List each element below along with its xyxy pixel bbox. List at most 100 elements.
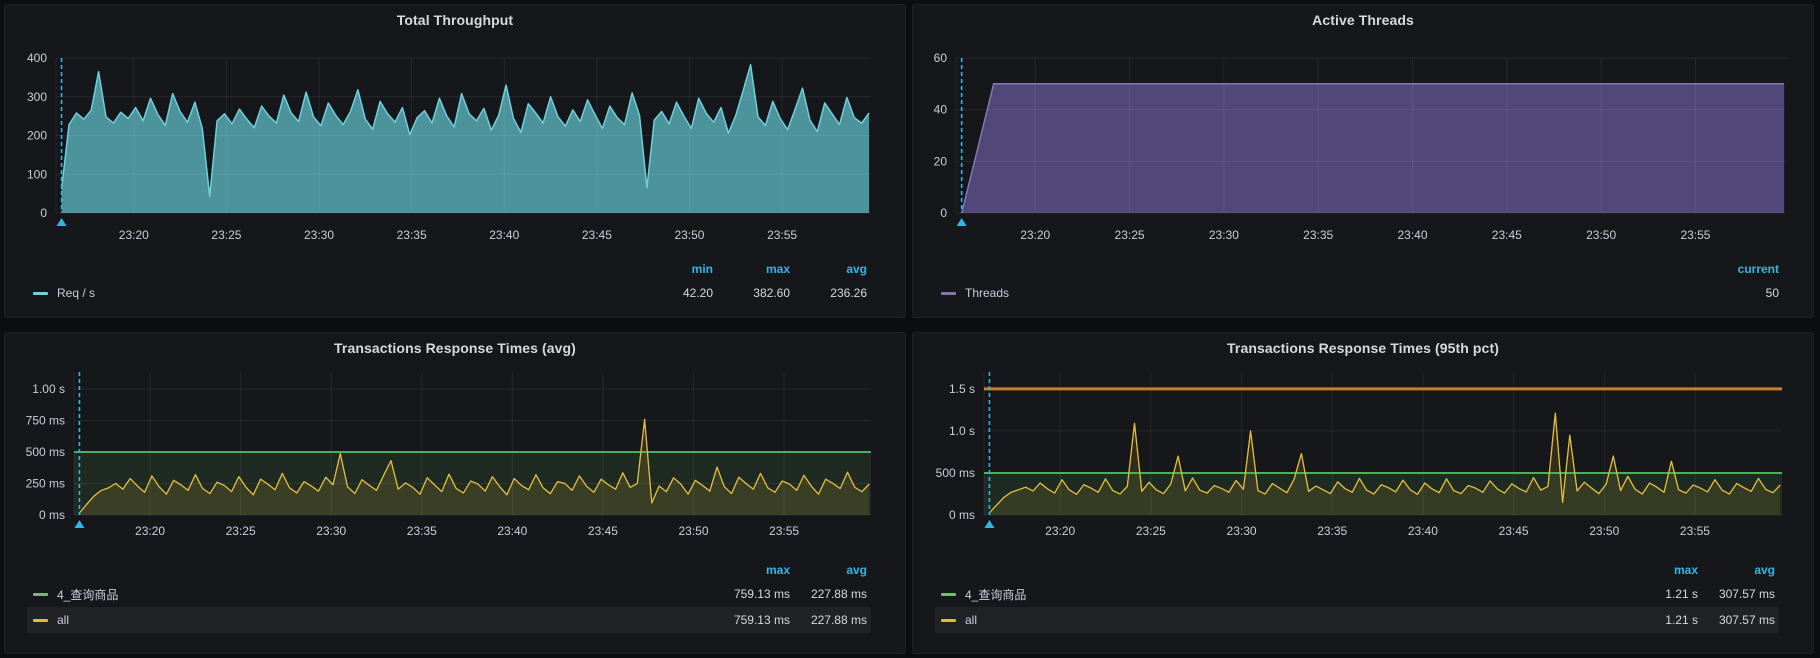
x-tick-label: 23:50 bbox=[678, 524, 708, 538]
y-tick-label: 40 bbox=[934, 103, 948, 117]
y-tick-label: 0 ms bbox=[39, 508, 65, 522]
legend-header-row: maxavg bbox=[27, 559, 871, 581]
x-tick-label: 23:20 bbox=[135, 524, 165, 538]
series-area-fill bbox=[962, 84, 1784, 213]
legend: currentThreads50 bbox=[935, 258, 1783, 306]
x-tick-label: 23:30 bbox=[1227, 524, 1257, 538]
x-tick-label: 23:25 bbox=[1136, 524, 1166, 538]
legend: minmaxavg Req / s42.20382.60236.26 bbox=[27, 258, 871, 306]
legend-series-toggle[interactable]: all bbox=[941, 613, 1621, 627]
y-tick-label: 0 bbox=[940, 206, 947, 220]
legend-stat-header-avg[interactable]: avg bbox=[1698, 563, 1775, 577]
legend-series-toggle[interactable]: all bbox=[33, 613, 713, 627]
x-tick-label: 23:50 bbox=[1586, 228, 1616, 242]
legend-series-name: all bbox=[965, 613, 977, 627]
y-tick-label: 100 bbox=[27, 167, 47, 181]
legend-header-row: maxavg bbox=[935, 559, 1779, 581]
chart-plot-area[interactable]: 0 ms500 ms1.0 s1.5 s23:2023:2523:3023:35… bbox=[913, 333, 1813, 545]
legend-stat-header-max[interactable]: max bbox=[713, 563, 790, 577]
legend-stat-header-max[interactable]: max bbox=[713, 262, 790, 276]
threshold-region bbox=[984, 473, 1782, 515]
x-tick-label: 23:45 bbox=[588, 524, 618, 538]
annotation-marker-icon bbox=[57, 218, 67, 226]
legend-stat-header-max[interactable]: max bbox=[1621, 563, 1698, 577]
annotation-marker-icon bbox=[957, 218, 967, 226]
x-tick-label: 23:30 bbox=[316, 524, 346, 538]
legend-header-row: minmaxavg bbox=[27, 258, 871, 280]
series-color-dash-icon bbox=[941, 619, 956, 622]
x-tick-label: 23:30 bbox=[304, 228, 334, 242]
panel-active-threads: Active Threads 020406023:2023:2523:3023:… bbox=[912, 4, 1814, 318]
legend-series-toggle[interactable]: Req / s bbox=[33, 286, 636, 300]
chart-plot-area[interactable]: 010020030040023:2023:2523:3023:3523:4023… bbox=[5, 5, 905, 255]
legend-series-row: all 1.21 s307.57 ms bbox=[935, 607, 1779, 633]
x-tick-label: 23:35 bbox=[407, 524, 437, 538]
x-tick-label: 23:55 bbox=[1680, 524, 1710, 538]
legend-series-name: 4_查询商品 bbox=[57, 586, 118, 603]
y-tick-label: 1.0 s bbox=[949, 424, 975, 438]
x-tick-label: 23:55 bbox=[767, 228, 797, 242]
y-tick-label: 750 ms bbox=[26, 414, 65, 428]
x-tick-label: 23:20 bbox=[119, 228, 149, 242]
dashboard: Total Throughput 010020030040023:2023:25… bbox=[0, 0, 1820, 658]
y-tick-label: 1.5 s bbox=[949, 382, 975, 396]
legend-stat-value: 50 bbox=[1684, 286, 1779, 300]
legend-stat-value: 307.57 ms bbox=[1698, 613, 1775, 627]
legend-stat-value: 307.57 ms bbox=[1698, 587, 1775, 601]
x-tick-label: 23:25 bbox=[211, 228, 241, 242]
y-tick-label: 1.00 s bbox=[32, 382, 65, 396]
x-tick-label: 23:45 bbox=[582, 228, 612, 242]
x-tick-label: 23:45 bbox=[1492, 228, 1522, 242]
legend: maxavg 4_查询商品 1.21 s307.57 ms all 1.21 s307.… bbox=[935, 559, 1779, 633]
legend-stat-header-avg[interactable]: avg bbox=[790, 262, 867, 276]
legend-stat-value: 382.60 bbox=[713, 286, 790, 300]
chart-plot-area[interactable]: 0 ms250 ms500 ms750 ms1.00 s23:2023:2523… bbox=[5, 333, 905, 545]
x-tick-label: 23:50 bbox=[674, 228, 704, 242]
legend-stat-header-min[interactable]: min bbox=[636, 262, 713, 276]
series-color-dash-icon bbox=[33, 619, 48, 622]
legend-series-toggle[interactable]: 4_查询商品 bbox=[33, 586, 713, 603]
x-tick-label: 23:40 bbox=[1397, 228, 1427, 242]
y-tick-label: 500 ms bbox=[936, 466, 975, 480]
legend-series-name: 4_查询商品 bbox=[965, 586, 1026, 603]
y-tick-label: 20 bbox=[934, 154, 948, 168]
x-tick-label: 23:20 bbox=[1045, 524, 1075, 538]
legend-series-row: 4_查询商品759.13 ms227.88 ms bbox=[27, 581, 871, 607]
legend-stat-header-avg[interactable]: avg bbox=[790, 563, 867, 577]
x-tick-label: 23:30 bbox=[1209, 228, 1239, 242]
panel-response-times-avg: Transactions Response Times (avg) 0 ms25… bbox=[4, 332, 906, 654]
panel-total-throughput: Total Throughput 010020030040023:2023:25… bbox=[4, 4, 906, 318]
legend-series-row: 4_查询商品 1.21 s307.57 ms bbox=[935, 581, 1779, 607]
annotation-marker-icon bbox=[984, 520, 994, 528]
y-tick-label: 500 ms bbox=[26, 445, 65, 459]
x-tick-label: 23:40 bbox=[1408, 524, 1438, 538]
y-tick-label: 300 bbox=[27, 90, 47, 104]
annotation-marker-icon bbox=[74, 520, 84, 528]
x-tick-label: 23:55 bbox=[769, 524, 799, 538]
legend-stat-value: 42.20 bbox=[636, 286, 713, 300]
legend-stat-header-current[interactable]: current bbox=[1684, 262, 1779, 276]
series-color-dash-icon bbox=[33, 292, 48, 295]
legend-stat-value: 1.21 s bbox=[1621, 587, 1698, 601]
legend-series-toggle[interactable]: 4_查询商品 bbox=[941, 586, 1621, 603]
chart-plot-area[interactable]: 020406023:2023:2523:3023:3523:4023:4523:… bbox=[913, 5, 1813, 255]
x-tick-label: 23:40 bbox=[489, 228, 519, 242]
y-tick-label: 0 bbox=[40, 206, 47, 220]
x-tick-label: 23:55 bbox=[1680, 228, 1710, 242]
y-tick-label: 0 ms bbox=[949, 508, 975, 522]
x-tick-label: 23:20 bbox=[1020, 228, 1050, 242]
series-area-fill bbox=[62, 65, 870, 213]
x-tick-label: 23:50 bbox=[1589, 524, 1619, 538]
legend-stat-value: 1.21 s bbox=[1621, 613, 1698, 627]
panel-response-times-95pct: Transactions Response Times (95th pct) 0… bbox=[912, 332, 1814, 654]
legend-stat-value: 759.13 ms bbox=[713, 587, 790, 601]
legend: maxavg4_查询商品759.13 ms227.88 msall759.13 … bbox=[27, 559, 871, 633]
series-color-dash-icon bbox=[33, 593, 48, 596]
y-tick-label: 60 bbox=[934, 51, 948, 65]
x-tick-label: 23:45 bbox=[1499, 524, 1529, 538]
legend-series-toggle[interactable]: Threads bbox=[941, 286, 1684, 300]
y-tick-label: 200 bbox=[27, 129, 47, 143]
legend-stat-value: 236.26 bbox=[790, 286, 867, 300]
legend-series-name: all bbox=[57, 613, 69, 627]
x-tick-label: 23:25 bbox=[226, 524, 256, 538]
